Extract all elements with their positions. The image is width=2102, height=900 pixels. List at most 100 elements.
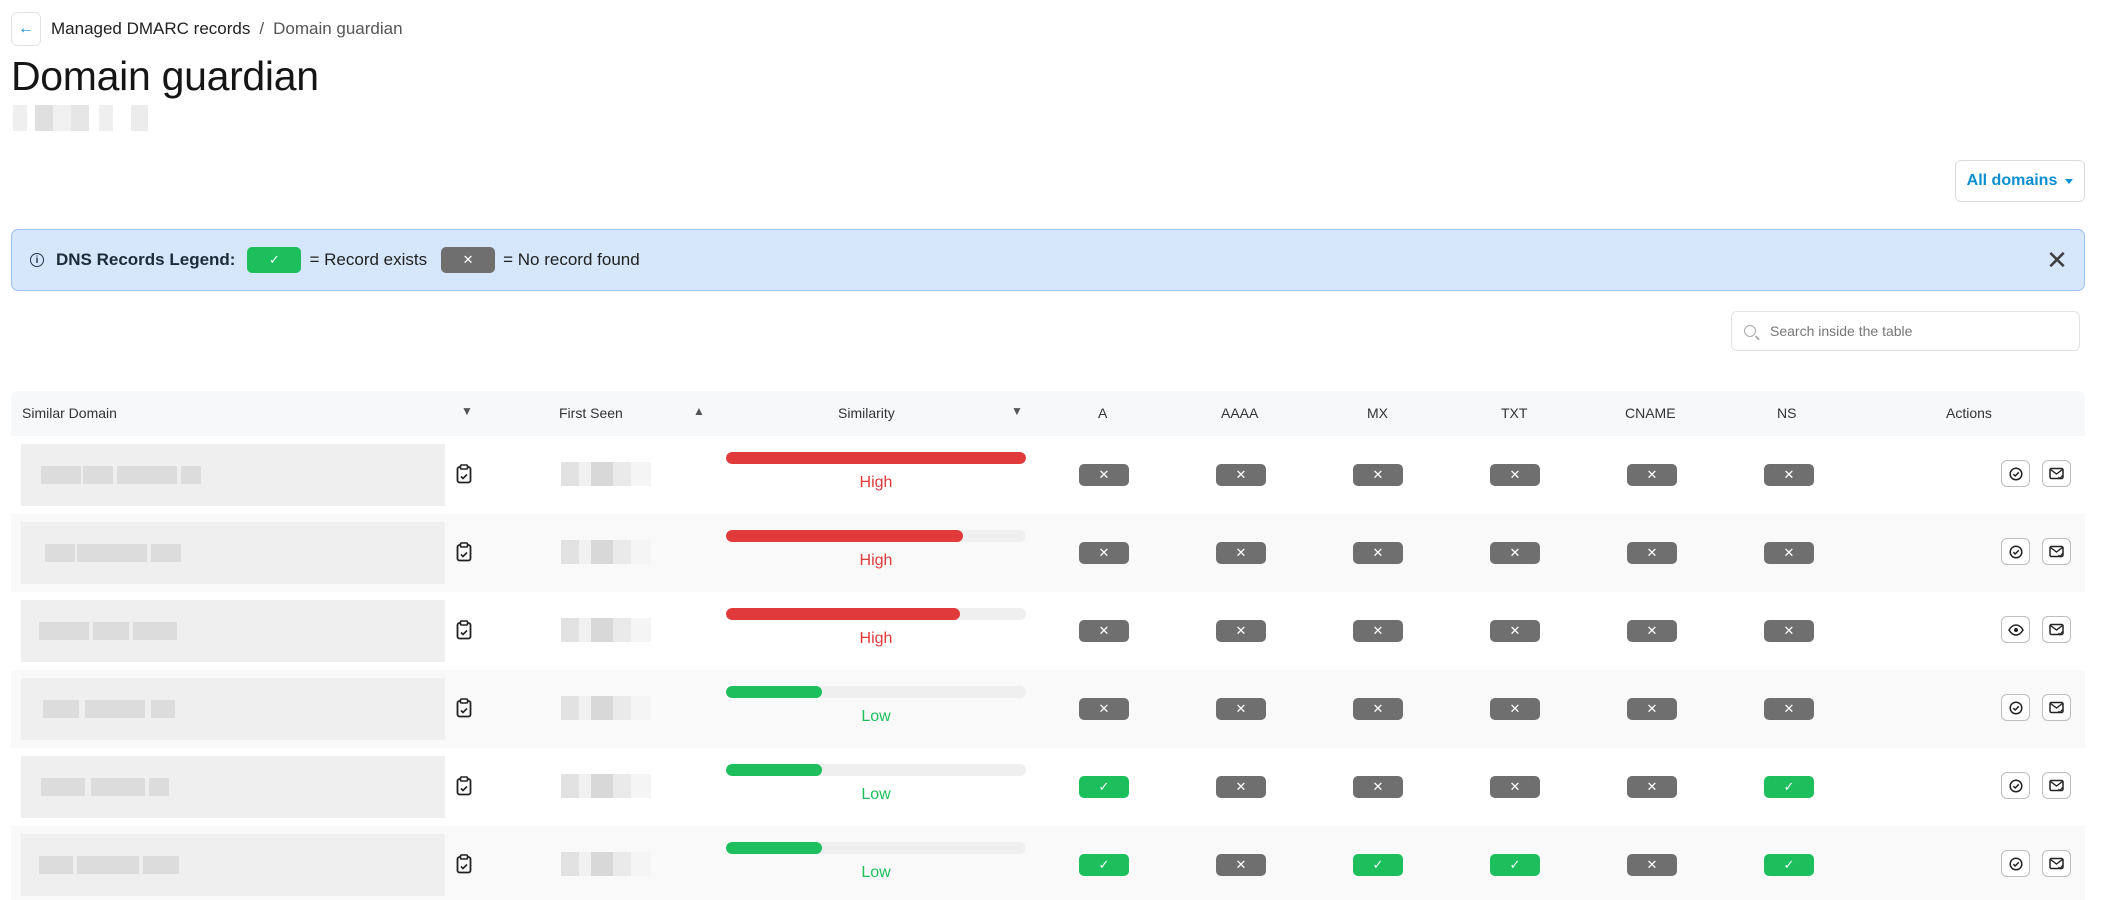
send-report-button[interactable] [2042, 850, 2071, 877]
column-header-first-seen[interactable]: First Seen [559, 405, 623, 421]
check-icon: ✓ [1783, 857, 1795, 872]
eye-icon [2007, 623, 2024, 636]
similar-domain-redacted [21, 834, 445, 896]
legend-chip-exists: ✓ [247, 247, 302, 273]
copy-to-clipboard-icon[interactable] [456, 620, 472, 640]
similar-domain-redacted [21, 600, 445, 662]
mark-safe-button[interactable] [2001, 772, 2030, 799]
copy-to-clipboard-icon[interactable] [456, 698, 472, 718]
domain-filter-label: All domains [1966, 172, 2058, 189]
close-icon[interactable]: ✕ [2044, 247, 2070, 273]
x-icon: ✕ [1372, 467, 1384, 482]
first-seen-redacted [561, 540, 651, 564]
dns-aaaa-status: ✕ [1216, 464, 1266, 486]
first-seen-redacted [561, 774, 651, 798]
similar-domains-table: Similar Domain ▼ First Seen ▲ Similarity… [11, 391, 2085, 900]
domain-filter-dropdown[interactable]: All domains [1955, 160, 2085, 202]
mark-safe-button[interactable] [2001, 538, 2030, 565]
table-body: High ✕ ✕ ✕ ✕ ✕ ✕ High ✕ ✕ ✕ ✕ ✕ ✕ High ✕ ✕ ✕ ✕ ✕ ✕ Low ✕ ✕ ✕ ✕ ✕ ✕ L… [11, 436, 2085, 900]
dns-txt-status: ✕ [1490, 542, 1540, 564]
dns-cname-status: ✕ [1627, 542, 1677, 564]
dns-cname-status: ✕ [1627, 464, 1677, 486]
info-icon: i [30, 253, 44, 267]
copy-to-clipboard-icon[interactable] [456, 776, 472, 796]
copy-to-clipboard-icon[interactable] [456, 542, 472, 562]
dns-aaaa-status: ✕ [1216, 542, 1266, 564]
column-header-similarity[interactable]: Similarity [838, 405, 895, 421]
dns-mx-status: ✕ [1353, 542, 1403, 564]
column-header-mx: MX [1367, 405, 1388, 421]
similarity-bar-fill [726, 842, 822, 854]
similarity-bar-fill [726, 608, 960, 620]
send-report-button[interactable] [2042, 772, 2071, 799]
dns-txt-status: ✕ [1490, 776, 1540, 798]
mark-safe-button[interactable] [2001, 850, 2030, 877]
table-row: High ✕ ✕ ✕ ✕ ✕ ✕ [11, 514, 2085, 592]
check-icon: ✓ [1783, 779, 1795, 794]
copy-to-clipboard-icon[interactable] [456, 854, 472, 874]
breadcrumb-separator: / [259, 19, 265, 38]
similarity-label: High [859, 630, 893, 647]
legend-chip-missing: ✕ [441, 247, 496, 273]
x-icon: ✕ [1235, 623, 1247, 638]
dns-txt-status: ✕ [1490, 620, 1540, 642]
legend-exists-text: = Record exists [309, 250, 428, 269]
x-icon: ✕ [1235, 545, 1247, 560]
table-row: Low ✕ ✕ ✕ ✕ ✕ ✕ [11, 670, 2085, 748]
breadcrumb-parent-link[interactable]: Managed DMARC records [51, 19, 250, 39]
caret-down-icon [2065, 178, 2074, 184]
table-search[interactable] [1731, 311, 2080, 351]
column-header-aaaa: AAAA [1221, 405, 1259, 421]
similarity-bar-fill [726, 686, 822, 698]
dns-mx-status: ✕ [1353, 620, 1403, 642]
column-header-a: A [1098, 405, 1108, 421]
back-button[interactable]: ← [11, 12, 41, 46]
x-icon: ✕ [1509, 623, 1521, 638]
sort-desc-icon[interactable]: ▼ [461, 404, 473, 418]
mark-safe-button[interactable] [2001, 694, 2030, 721]
mail-icon [2049, 467, 2064, 480]
search-input[interactable] [1770, 323, 2060, 339]
dns-a-status: ✕ [1079, 620, 1129, 642]
dns-cname-status: ✕ [1627, 854, 1677, 876]
dns-txt-status: ✕ [1490, 698, 1540, 720]
send-report-button[interactable] [2042, 538, 2071, 565]
check-circle-icon [2008, 466, 2023, 481]
column-header-similar-domain[interactable]: Similar Domain [22, 405, 117, 421]
dns-aaaa-status: ✕ [1216, 854, 1266, 876]
send-report-button[interactable] [2042, 694, 2071, 721]
first-seen-redacted [561, 462, 651, 486]
x-icon: ✕ [1372, 545, 1384, 560]
similar-domain-redacted [21, 444, 445, 506]
sort-desc-icon[interactable]: ▼ [1011, 404, 1023, 418]
similarity-label: Low [861, 786, 891, 803]
x-icon: ✕ [1235, 467, 1247, 482]
breadcrumb: ← Managed DMARC records / Domain guardia… [11, 12, 403, 46]
page-subtitle-redacted [13, 105, 148, 131]
dns-mx-status: ✕ [1353, 698, 1403, 720]
similar-domain-redacted [21, 678, 445, 740]
copy-to-clipboard-icon[interactable] [456, 464, 472, 484]
mark-safe-button[interactable] [2001, 460, 2030, 487]
send-report-button[interactable] [2042, 616, 2071, 643]
sort-asc-icon[interactable]: ▲ [693, 404, 705, 418]
check-circle-icon [2008, 544, 2023, 559]
view-button[interactable] [2001, 616, 2030, 643]
send-report-button[interactable] [2042, 460, 2071, 487]
x-icon: ✕ [1235, 857, 1247, 872]
similarity-label: Low [861, 708, 891, 725]
similarity-bar [726, 764, 1026, 776]
first-seen-redacted [561, 696, 651, 720]
breadcrumb-current: Domain guardian [273, 19, 403, 38]
dns-mx-status: ✕ [1353, 464, 1403, 486]
x-icon: ✕ [1098, 467, 1110, 482]
dns-cname-status: ✕ [1627, 776, 1677, 798]
dns-a-status: ✕ [1079, 542, 1129, 564]
mail-icon [2049, 701, 2064, 714]
similarity-label: High [859, 474, 893, 491]
similarity-bar [726, 608, 1026, 620]
dns-cname-status: ✕ [1627, 620, 1677, 642]
x-icon: ✕ [1372, 623, 1384, 638]
x-icon: ✕ [1646, 467, 1658, 482]
similarity-bar [726, 452, 1026, 464]
